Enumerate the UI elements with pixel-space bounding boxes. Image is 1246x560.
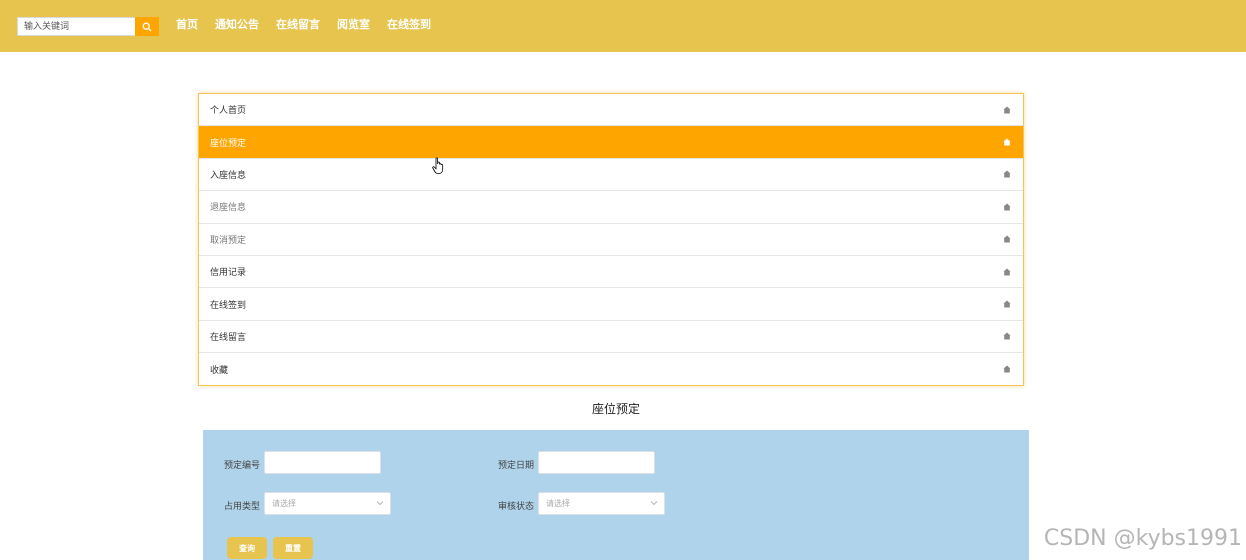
nav-reading-room[interactable]: 阅览室 [337, 17, 370, 32]
home-icon [1003, 203, 1011, 211]
menu-item[interactable]: 入座信息 [199, 159, 1023, 192]
menu-item-label: 个人首页 [210, 106, 247, 117]
menu-item-label: 入座信息 [210, 170, 247, 181]
section-title: 座位预定 [591, 402, 640, 416]
watermark: CSDN @kybs1991 [1043, 526, 1242, 551]
menu-item-label: 退座信息 [210, 203, 247, 214]
menu-item[interactable]: 退座信息 [199, 191, 1023, 224]
reset-button[interactable]: 重置 [273, 537, 313, 559]
review-status-placeholder: 请选择 [546, 499, 570, 508]
home-icon [1003, 106, 1011, 114]
menu-item-label: 在线留言 [210, 332, 247, 343]
home-icon [1003, 268, 1011, 276]
hand-cursor-icon [432, 157, 444, 174]
search-button[interactable] [135, 17, 159, 36]
query-button[interactable]: 查询 [227, 537, 267, 559]
top-nav-bar: 首页 通知公告 在线留言 阅览室 在线签到 [0, 0, 1246, 52]
home-icon [1003, 365, 1011, 373]
home-icon [1003, 235, 1011, 243]
menu-item[interactable]: 信用记录 [199, 256, 1023, 289]
booking-no-label: 预定编号 [224, 461, 261, 471]
booking-date-label: 预定日期 [498, 461, 535, 471]
nav-notices[interactable]: 通知公告 [215, 17, 259, 32]
menu-item[interactable]: 座位预定 [199, 126, 1023, 159]
menu-item[interactable]: 在线留言 [199, 321, 1023, 354]
booking-no-input[interactable] [264, 451, 381, 474]
search-box [17, 17, 159, 36]
home-icon [1003, 300, 1011, 308]
menu-item-label: 信用记录 [210, 268, 247, 279]
search-input[interactable] [17, 17, 135, 36]
nav-messages[interactable]: 在线留言 [276, 17, 320, 32]
chevron-down-icon [376, 501, 384, 506]
search-filter-panel: 预定编号 预定日期 占用类型 请选择 审核状态 请选择 查询 重置 [203, 430, 1029, 560]
menu-item-label: 收藏 [210, 365, 229, 376]
menu-item[interactable]: 个人首页 [199, 94, 1023, 127]
menu-item-label: 取消预定 [210, 235, 247, 246]
review-status-select[interactable]: 请选择 [538, 492, 665, 515]
use-type-select[interactable]: 请选择 [264, 492, 391, 515]
use-type-placeholder: 请选择 [272, 499, 296, 508]
home-icon [1003, 138, 1011, 146]
review-status-label: 审核状态 [498, 502, 535, 512]
menu-item-label: 座位预定 [210, 138, 247, 149]
nav-home[interactable]: 首页 [176, 17, 198, 32]
nav-checkin[interactable]: 在线签到 [387, 17, 431, 32]
chevron-down-icon [650, 501, 658, 506]
menu-item[interactable]: 收藏 [199, 353, 1023, 385]
menu-item[interactable]: 在线签到 [199, 288, 1023, 321]
search-icon [142, 22, 152, 31]
menu-item-label: 在线签到 [210, 300, 247, 311]
booking-date-input[interactable] [538, 451, 655, 474]
menu-item[interactable]: 取消预定 [199, 224, 1023, 256]
home-icon [1003, 170, 1011, 178]
home-icon [1003, 332, 1011, 340]
user-center-menu: 个人首页座位预定入座信息退座信息取消预定信用记录在线签到在线留言收藏 [198, 93, 1024, 386]
use-type-label: 占用类型 [224, 502, 261, 512]
main-nav: 首页 通知公告 在线留言 阅览室 在线签到 [176, 17, 448, 32]
